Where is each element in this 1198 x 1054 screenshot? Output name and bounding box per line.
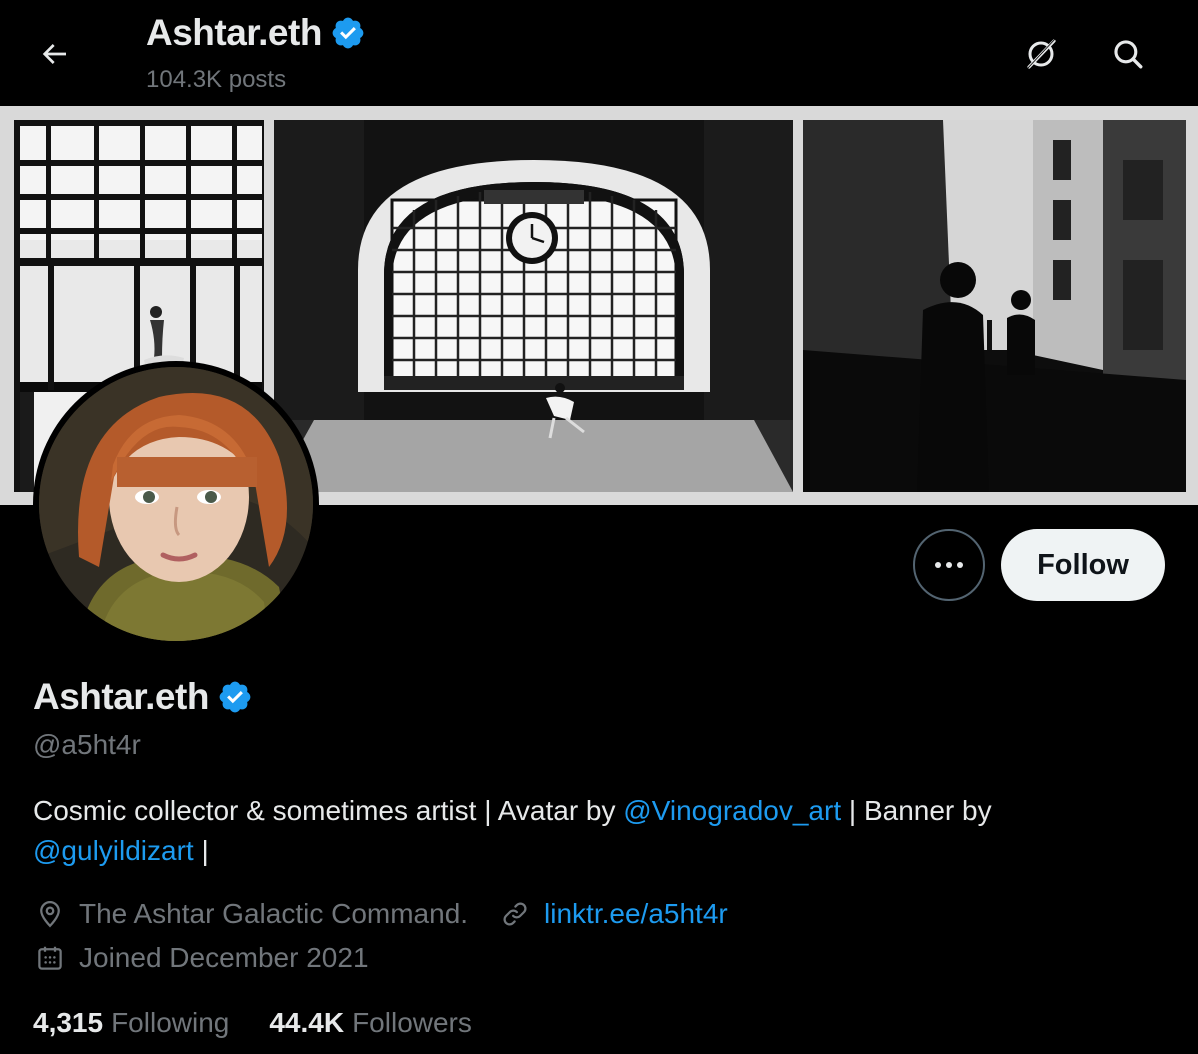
back-button[interactable] [30, 32, 78, 76]
profile-display-name: Ashtar.eth [33, 676, 209, 717]
location-icon [33, 897, 67, 931]
grok-icon [1026, 38, 1056, 70]
following-link[interactable]: 4,315 Following [33, 1007, 229, 1039]
bio-mention-avatar-artist[interactable]: @Vinogradov_art [623, 795, 841, 826]
verified-badge-icon[interactable] [217, 679, 253, 715]
profile-joined-row: Joined December 2021 [33, 941, 369, 975]
following-count: 4,315 [33, 1007, 104, 1038]
header-posts-count: 104.3K posts [146, 66, 287, 93]
followers-label: Followers [352, 1007, 472, 1038]
more-horizontal-icon [935, 562, 941, 568]
profile-avatar[interactable] [33, 361, 319, 647]
profile-bio: Cosmic collector & sometimes artist | Av… [33, 791, 1153, 871]
banner-photo-arch [274, 120, 793, 492]
header-title-row: Ashtar.eth [146, 12, 366, 54]
grok-button[interactable] [1017, 30, 1065, 78]
followers-link[interactable]: 44.4K Followers [269, 1007, 472, 1039]
link-icon [498, 897, 532, 931]
bio-text: | Banner by [841, 795, 992, 826]
banner-photo-alley [803, 120, 1186, 492]
profile-header: Ashtar.eth 104.3K posts [0, 0, 1198, 106]
profile-location: The Ashtar Galactic Command. [79, 898, 469, 929]
follow-button[interactable]: Follow [1001, 529, 1165, 601]
calendar-icon [33, 941, 67, 975]
profile-name-row: Ashtar.eth [33, 676, 253, 718]
profile-joined-date: Joined December 2021 [79, 942, 369, 973]
profile-stats: 4,315 Following 44.4K Followers [33, 1007, 512, 1039]
header-display-name: Ashtar.eth [146, 12, 322, 53]
avatar-image [39, 367, 313, 641]
search-icon [1114, 40, 1143, 69]
more-options-button[interactable] [913, 529, 985, 601]
bio-mention-banner-artist[interactable]: @gulyildizart [33, 835, 194, 866]
profile-website-link[interactable]: linktr.ee/a5ht4r [544, 898, 728, 930]
bio-text: | [193, 835, 209, 866]
profile-meta-row: The Ashtar Galactic Command. linktr.ee/a… [33, 897, 728, 931]
bio-text: Cosmic collector & sometimes artist | Av… [33, 795, 624, 826]
following-label: Following [111, 1007, 230, 1038]
profile-handle: @a5ht4r [33, 729, 141, 760]
arrow-left-icon [42, 44, 66, 64]
followers-count: 44.4K [269, 1007, 345, 1038]
verified-badge-icon [332, 17, 364, 49]
search-button[interactable] [1104, 30, 1152, 78]
